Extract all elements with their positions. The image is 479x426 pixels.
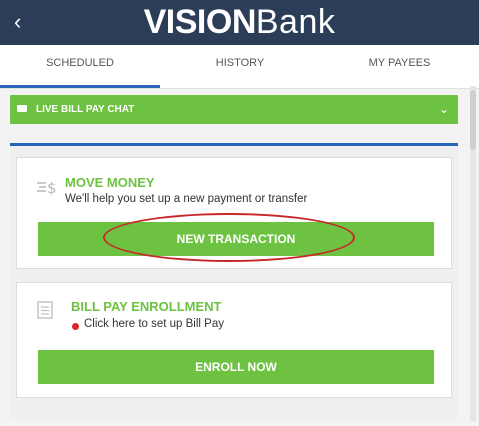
brand-logo: VISIONBank bbox=[0, 2, 479, 42]
move-money-card: $ MOVE MONEY We'll help you set up a new… bbox=[16, 157, 452, 269]
live-bill-pay-chat-bar[interactable]: LIVE BILL PAY CHAT ⌄ bbox=[10, 95, 458, 124]
tab-my-payees[interactable]: MY PAYEES bbox=[320, 45, 479, 88]
bill-pay-enrollment-card: BILL PAY ENROLLMENT Click here to set up… bbox=[16, 282, 452, 398]
document-icon bbox=[37, 301, 53, 323]
tab-label: HISTORY bbox=[215, 57, 265, 69]
svg-text:$: $ bbox=[47, 179, 57, 197]
enrollment-title: BILL PAY ENROLLMENT bbox=[71, 299, 222, 314]
scrollbar[interactable] bbox=[470, 86, 476, 421]
scrollbar-thumb[interactable] bbox=[470, 90, 476, 150]
enrollment-subtitle[interactable]: Click here to set up Bill Pay bbox=[84, 318, 224, 330]
move-money-title: MOVE MONEY bbox=[65, 175, 155, 190]
move-money-subtitle: We'll help you set up a new payment or t… bbox=[65, 193, 308, 205]
tab-bar: SCHEDULED HISTORY MY PAYEES bbox=[0, 45, 479, 89]
new-transaction-button[interactable]: NEW TRANSACTION bbox=[38, 222, 434, 256]
app-header: ‹ VISIONBank bbox=[0, 0, 479, 45]
brand-name-light: Bank bbox=[255, 3, 336, 41]
alert-dot bbox=[72, 323, 79, 330]
new-transaction-label: NEW TRANSACTION bbox=[176, 232, 296, 246]
tab-label: SCHEDULED bbox=[46, 57, 114, 69]
chat-icon bbox=[17, 105, 27, 112]
tab-history[interactable]: HISTORY bbox=[160, 45, 320, 88]
enroll-now-button[interactable]: ENROLL NOW bbox=[38, 350, 434, 384]
enroll-now-label: ENROLL NOW bbox=[195, 360, 277, 374]
transfer-icon: $ bbox=[35, 176, 57, 202]
chat-label: LIVE BILL PAY CHAT bbox=[36, 104, 135, 115]
brand-name-bold: VISION bbox=[143, 3, 257, 41]
tab-scheduled[interactable]: SCHEDULED bbox=[0, 45, 160, 88]
tab-label: MY PAYEES bbox=[368, 57, 431, 69]
content-divider bbox=[10, 143, 458, 146]
chevron-down-icon[interactable]: ⌄ bbox=[439, 95, 449, 124]
